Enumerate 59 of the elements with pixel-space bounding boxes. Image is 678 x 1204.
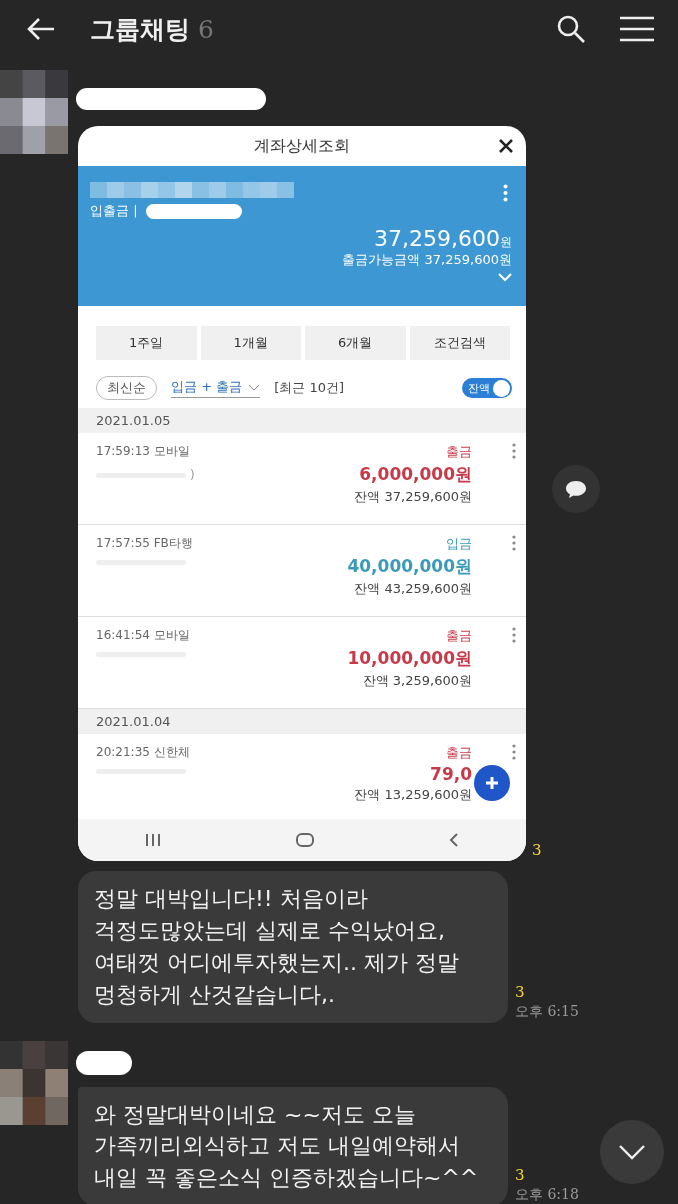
screen-title: 계좌상세조회	[254, 135, 350, 157]
chat-title: 그룹채팅	[90, 13, 190, 46]
unread-count: 3	[515, 1166, 526, 1185]
more-icon[interactable]	[512, 443, 516, 459]
message-bubble: 정말 대박입니다!! 처음이라 걱정도많았는데 실제로 수익났어요, 여태껏 어디에투자했는지.. 제가 정말 멍청하게 산것같습니다,.	[78, 871, 508, 1023]
unread-count: 3	[532, 841, 542, 859]
transaction-type: 입금	[446, 535, 472, 553]
period-button[interactable]: 1개월	[200, 326, 301, 360]
home-icon[interactable]	[296, 833, 314, 847]
transaction-type: 출금	[446, 627, 472, 645]
transaction-memo: )	[190, 468, 195, 482]
account-balance: 37,259,600원	[374, 226, 512, 251]
transaction-amount: 10,000,000원	[347, 647, 472, 670]
transaction-amount: 6,000,000원	[359, 463, 472, 486]
transaction-type: 출금	[446, 443, 472, 461]
period-button[interactable]: 6개월	[305, 326, 406, 360]
transaction-time-source: 20:21:35 신한체	[96, 744, 191, 761]
unread-count: 3	[515, 982, 526, 1001]
add-button[interactable]	[474, 765, 510, 801]
more-icon[interactable]	[512, 535, 516, 551]
menu-icon[interactable]	[620, 16, 654, 42]
available-amount: 출금가능금액 37,259,600원	[342, 251, 512, 269]
transaction-balance: 잔액 43,259,600원	[354, 580, 472, 598]
comment-button[interactable]	[552, 465, 600, 513]
type-filter-dropdown[interactable]: 입금 + 출금	[171, 378, 261, 398]
search-icon[interactable]	[556, 14, 586, 44]
transaction-time-source: 17:57:55 FB타행	[96, 535, 194, 552]
chevron-down-icon	[248, 383, 261, 391]
transaction-balance: 잔액 3,259,600원	[362, 672, 472, 690]
message-time: 오후 6:15	[515, 1002, 579, 1021]
balance-toggle[interactable]: 잔액	[462, 378, 512, 398]
redaction-mark	[76, 1050, 132, 1075]
account-label: 입출금 |	[90, 202, 138, 220]
recent-apps-icon[interactable]	[145, 833, 162, 847]
plus-icon	[484, 775, 500, 791]
message-bubble: 와 정말대박이네요 ~~저도 오늘 가족끼리외식하고 저도 내일예약해서 내일 꼭 좋은소식 인증하겠습니다~^^	[78, 1086, 508, 1204]
transaction-time-source: 17:59:13 모바일	[96, 443, 191, 460]
message-time: 오후 6:18	[515, 1186, 579, 1204]
date-header: 2021.01.05	[78, 408, 526, 433]
transaction-balance: 잔액 37,259,600원	[354, 488, 472, 506]
period-button[interactable]: 1주일	[96, 326, 197, 360]
transaction-amount: 40,000,000원	[347, 555, 472, 578]
more-icon[interactable]	[512, 744, 516, 760]
more-icon[interactable]	[512, 627, 516, 643]
period-button[interactable]: 조건검색	[409, 326, 510, 360]
transaction-time-source: 16:41:54 모바일	[96, 627, 191, 644]
back-arrow-icon[interactable]	[26, 17, 56, 41]
transaction-balance: 잔액 13,259,600원	[354, 786, 472, 804]
chevron-down-icon	[618, 1144, 646, 1160]
date-header: 2021.01.04	[78, 709, 526, 734]
speech-bubble-icon	[565, 479, 587, 499]
recent-count: [최근 10건]	[274, 379, 345, 397]
chevron-down-icon[interactable]	[498, 273, 512, 282]
transaction-amount: 79,0	[430, 764, 472, 784]
more-icon[interactable]	[503, 184, 508, 202]
back-icon[interactable]	[448, 832, 459, 848]
transaction-type: 출금	[446, 744, 472, 762]
close-icon[interactable]	[498, 138, 514, 154]
member-count: 6	[198, 14, 214, 44]
